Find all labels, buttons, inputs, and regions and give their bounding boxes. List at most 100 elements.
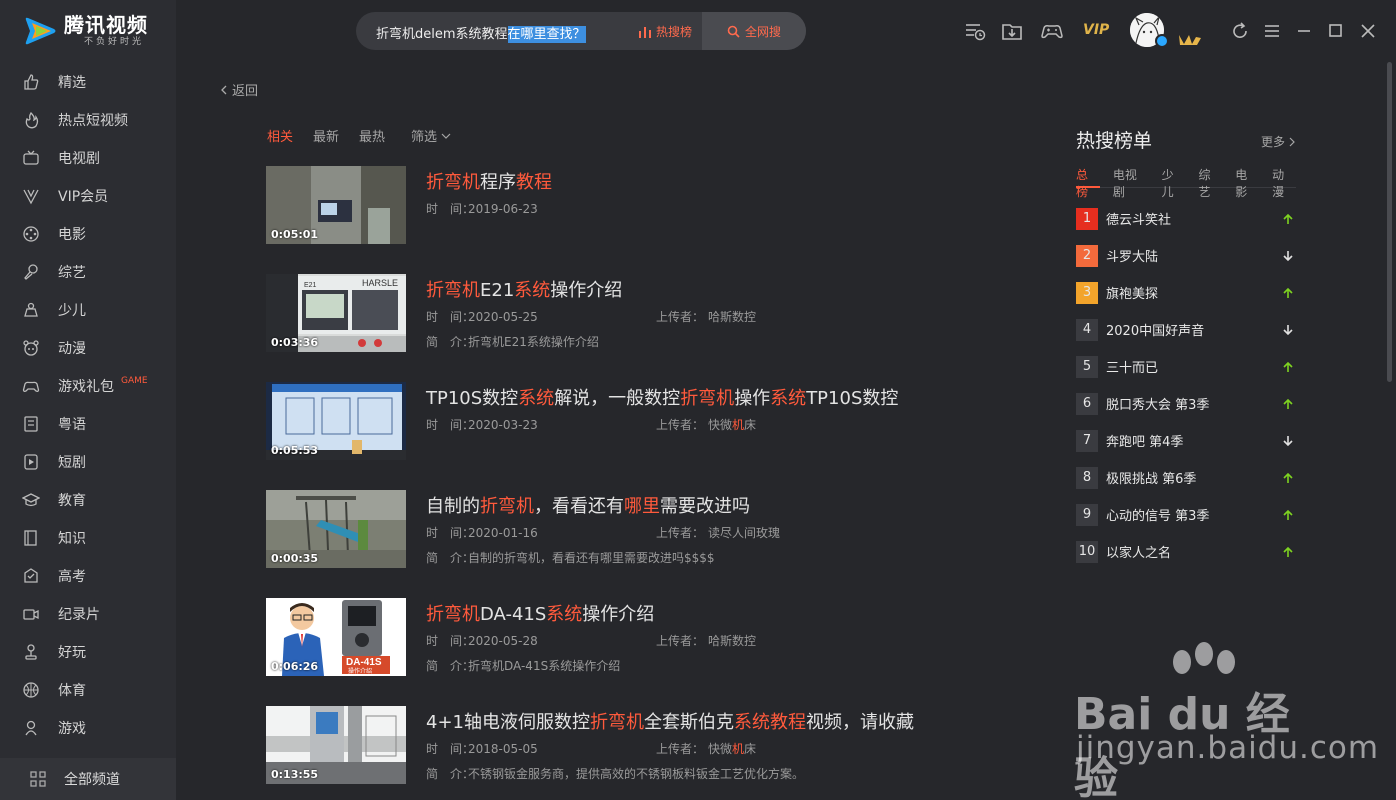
maximize-icon[interactable] [1325,20,1347,42]
scrollbar[interactable] [1387,62,1392,382]
tab-hottest[interactable]: 最热 [359,126,385,145]
result-title[interactable]: 折弯机DA-41S系统操作介绍 [426,600,654,626]
result-title[interactable]: 折弯机程序教程 [426,168,552,194]
minimize-icon[interactable] [1293,20,1315,42]
sidebar-item-10[interactable]: 短剧 [0,443,176,481]
uploader-key: 上传者： [656,310,705,324]
hot-tab-1[interactable]: 电视剧 [1113,166,1149,199]
intro-value: 不锈钢钣金服务商，提供高效的不锈钢板料钣金工艺优化方案。 [468,767,805,781]
app-logo[interactable]: 腾讯视频 不负好时光 [24,14,148,48]
highlighted-keyword: 系统 [518,388,555,409]
title-text: DA-41S [480,604,547,625]
title-text: 视频，请收藏 [806,712,914,733]
all-channels-button[interactable]: 全部频道 [0,758,176,800]
result-item[interactable]: 0:13:55 4+1轴电液伺服数控折弯机全套斯伯克系统教程视频，请收藏 时 间… [266,706,1026,786]
camera-icon [23,609,39,620]
search-input[interactable]: 折弯机delem系统教程在哪里查找？ [376,23,586,43]
sidebar-item-label: 知识 [58,531,86,547]
highlighted-keyword: 折弯机 [426,604,480,625]
uploader[interactable]: 上传者： 哈斯数控 [656,308,756,325]
hot-tab-3[interactable]: 综艺 [1198,166,1222,199]
hot-list-item[interactable]: 5 三十而已 [1076,348,1296,385]
vip-crown-icon [1179,35,1201,45]
hot-tab-5[interactable]: 动漫 [1272,166,1296,199]
hot-list-item[interactable]: 8 极限挑战 第6季 [1076,459,1296,496]
sidebar-item-7[interactable]: 动漫 [0,329,176,367]
sidebar-item-1[interactable]: 热点短视频 [0,101,176,139]
gamepad-icon[interactable] [1041,20,1063,42]
sidebar-item-12[interactable]: 知识 [0,519,176,557]
sidebar-item-4[interactable]: 电影 [0,215,176,253]
web-search-button[interactable]: 全网搜 [702,12,806,50]
result-title[interactable]: 自制的折弯机，看看还有哪里需要改进吗 [426,492,750,518]
result-item[interactable]: DA-41S 操作介绍 0:06:26 折弯机DA-41S系统操作介绍 时 间：… [266,598,1026,678]
basketball-icon [23,682,39,698]
search-bar[interactable]: 折弯机delem系统教程在哪里查找？ 热搜榜 全网搜 [356,12,806,50]
sidebar-item-5[interactable]: 综艺 [0,253,176,291]
uploader[interactable]: 上传者： 哈斯数控 [656,632,756,649]
hot-tab-2[interactable]: 少儿 [1162,166,1186,199]
sidebar-item-0[interactable]: 精选 [0,63,176,101]
vip-button[interactable]: VIP [1083,22,1109,38]
video-thumbnail[interactable]: 0:05:53 [266,382,406,460]
video-thumbnail[interactable]: 0:13:55 [266,706,406,784]
sidebar-item-9[interactable]: 粤语 [0,405,176,443]
menu-icon[interactable] [1261,20,1283,42]
filter-label: 筛选 [411,130,438,145]
sidebar-item-label: 纪录片 [58,607,100,623]
sidebar-item-17[interactable]: 游戏 [0,709,176,747]
time-key: 时 间： [426,418,475,432]
video-thumbnail[interactable]: DA-41S 操作介绍 0:06:26 [266,598,406,676]
sidebar-item-2[interactable]: 电视剧 [0,139,176,177]
download-folder-icon[interactable] [1001,20,1023,42]
hot-list-item[interactable]: 6 脱口秀大会 第3季 [1076,385,1296,422]
hot-list-item[interactable]: 7 奔跑吧 第4季 [1076,422,1296,459]
close-icon[interactable] [1357,20,1379,42]
result-title[interactable]: 折弯机E21系统操作介绍 [426,276,622,302]
exam-icon [24,568,38,583]
title-text: 4+1轴电液伺服数控 [426,712,590,733]
result-item[interactable]: 0:05:01 折弯机程序教程 时 间：2019-06-23 [266,166,1026,246]
hot-search-button[interactable]: 热搜榜 [638,23,692,40]
hot-list-item[interactable]: 10 以家人之名 [1076,533,1296,570]
hot-list-item[interactable]: 1 德云斗笑社 [1076,200,1296,237]
result-title[interactable]: TP10S数控系统解说，一般数控折弯机操作系统TP10S数控 [426,384,898,410]
hot-list-item[interactable]: 4 2020中国好声音 [1076,311,1296,348]
result-intro: 简 介：不锈钢钣金服务商，提供高效的不锈钢板料钣金工艺优化方案。 [426,765,804,782]
sidebar-item-3[interactable]: VIP会员 [0,177,176,215]
sidebar-item-16[interactable]: 体育 [0,671,176,709]
hot-list-item[interactable]: 3 旗袍美探 [1076,274,1296,311]
hot-tab-4[interactable]: 电影 [1235,166,1259,199]
result-item[interactable]: HARSLE E21 0:03:36 折弯机E21系统操作介绍 时 间：2020… [266,274,1026,354]
sidebar-item-11[interactable]: 教育 [0,481,176,519]
video-thumbnail[interactable]: 0:05:01 [266,166,406,244]
video-thumbnail[interactable]: 0:00:35 [266,490,406,568]
filter-dropdown[interactable]: 筛选 [411,126,451,145]
intro-value: 折弯机DA-41S系统操作介绍 [468,659,621,673]
result-item[interactable]: 0:05:53 TP10S数控系统解说，一般数控折弯机操作系统TP10S数控 时… [266,382,1026,462]
sidebar-item-14[interactable]: 纪录片 [0,595,176,633]
back-button[interactable]: 返回 [220,80,258,99]
uploader[interactable]: 上传者： 快微机床 [656,416,756,433]
hot-list-item[interactable]: 9 心动的信号 第3季 [1076,496,1296,533]
back-label: 返回 [232,84,259,99]
hot-list-item[interactable]: 2 斗罗大陆 [1076,237,1296,274]
uploader[interactable]: 上传者： 快微机床 [656,740,756,757]
tab-related[interactable]: 相关 [267,126,293,145]
sidebar-item-15[interactable]: 好玩 [0,633,176,671]
result-title[interactable]: 4+1轴电液伺服数控折弯机全套斯伯克系统教程视频，请收藏 [426,708,914,734]
tab-latest[interactable]: 最新 [313,126,339,145]
uploader[interactable]: 上传者： 读尽人间玫瑰 [656,524,780,541]
sidebar-item-8[interactable]: 游戏礼包 GAME [0,367,176,405]
result-item[interactable]: 0:00:35 自制的折弯机，看看还有哪里需要改进吗 时 间：2020-01-1… [266,490,1026,570]
sidebar-item-6[interactable]: 少儿 [0,291,176,329]
result-intro: 简 介：自制的折弯机，看看还有哪里需要改进吗$$$$ [426,549,715,566]
hot-more-link[interactable]: 更多 [1261,133,1296,150]
sidebar-item-13[interactable]: 高考 [0,557,176,595]
trend-up-icon [1283,509,1293,520]
refresh-icon[interactable] [1229,20,1251,42]
history-icon[interactable] [964,20,986,42]
hot-tab-0[interactable]: 总榜 [1076,166,1100,199]
highlighted-keyword: 教程 [516,172,552,193]
video-thumbnail[interactable]: HARSLE E21 0:03:36 [266,274,406,352]
